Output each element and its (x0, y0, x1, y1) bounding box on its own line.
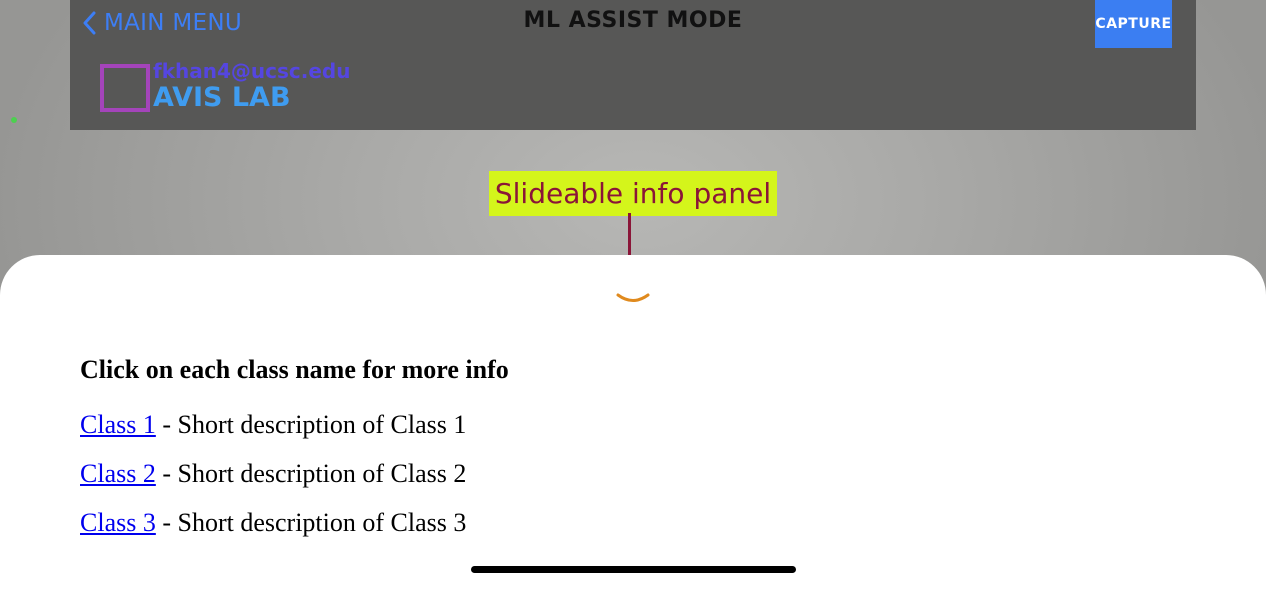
chevron-down-icon[interactable] (616, 292, 650, 306)
class-link[interactable]: Class 3 (80, 508, 156, 537)
page-title: ML ASSIST MODE (523, 8, 743, 33)
capture-button[interactable]: CAPTURE (1095, 0, 1172, 48)
class-link[interactable]: Class 1 (80, 410, 156, 439)
user-email: fkhan4@ucsc.edu (153, 59, 351, 83)
list-item: Class 1 - Short description of Class 1 (80, 410, 466, 440)
list-item: Class 3 - Short description of Class 3 (80, 508, 466, 538)
lab-name: AVIS LAB (153, 82, 291, 113)
annotation-label: Slideable info panel (489, 171, 777, 216)
panel-heading: Click on each class name for more info (80, 355, 509, 384)
class-description: - Short description of Class 2 (155, 459, 467, 488)
square-logo-icon (100, 64, 150, 112)
class-link[interactable]: Class 2 (80, 459, 156, 488)
home-indicator[interactable] (471, 566, 796, 573)
status-dot (11, 117, 17, 123)
slideable-info-panel[interactable]: Click on each class name for more info C… (0, 255, 1266, 595)
list-item: Class 2 - Short description of Class 2 (80, 459, 466, 489)
class-description: - Short description of Class 3 (155, 508, 467, 537)
top-bar: MAIN MENU ML ASSIST MODE CAPTURE fkhan4@… (70, 0, 1196, 130)
class-description: - Short description of Class 1 (155, 410, 467, 439)
